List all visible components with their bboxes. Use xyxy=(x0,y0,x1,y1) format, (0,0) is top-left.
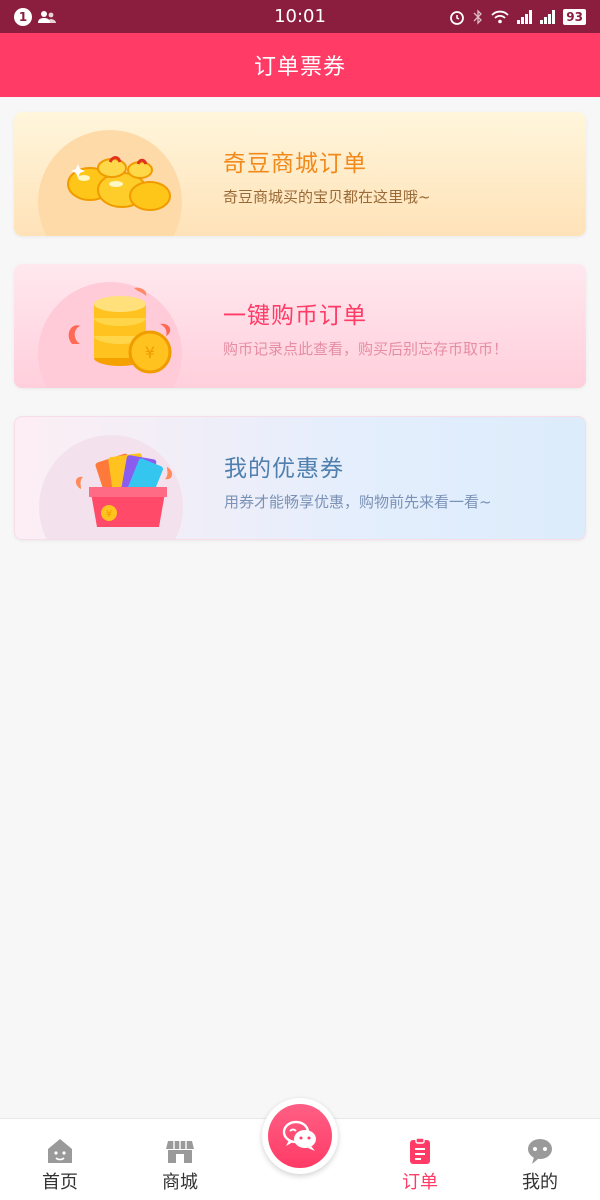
contacts-icon xyxy=(38,10,56,23)
coin-purchase-orders-card[interactable]: ¥ 一键购币订单 购币记录点此查看，购买后别忘存币取币！ xyxy=(14,264,586,388)
nav-item-profile[interactable]: 我的 xyxy=(480,1137,600,1194)
chat-bubble-icon xyxy=(282,1120,316,1151)
page-title: 订单票券 xyxy=(253,55,346,80)
signal-strength-icon xyxy=(540,9,556,24)
nav-label: 商城 xyxy=(162,1172,198,1193)
nav-item-orders[interactable]: 订单 xyxy=(360,1137,480,1194)
nav-item-store[interactable]: 商城 xyxy=(120,1137,240,1194)
mall-orders-card[interactable]: 奇豆商城订单 奇豆商城买的宝贝都在这里哦~ xyxy=(14,112,586,236)
notification-badge: 1 xyxy=(14,7,32,26)
nav-label: 首页 xyxy=(42,1172,78,1193)
coupon-gift-box-icon: ¥ xyxy=(75,453,173,527)
home-icon xyxy=(48,1139,72,1163)
svg-text:¥: ¥ xyxy=(145,343,155,362)
order-icon xyxy=(410,1137,430,1164)
card-title: 奇豆商城订单 xyxy=(223,151,367,177)
alarm-icon xyxy=(450,10,465,25)
nav-label: 我的 xyxy=(522,1172,558,1193)
coupons-card[interactable]: ¥ 我的优惠券 用券才能畅享优惠，购物前先来看一看~ xyxy=(14,416,586,540)
profile-icon xyxy=(528,1139,552,1164)
svg-text:¥: ¥ xyxy=(106,509,112,520)
card-title: 一键购币订单 xyxy=(223,303,367,329)
golden-beans-icon xyxy=(67,156,171,211)
bluetooth-icon xyxy=(473,8,483,25)
header: 订单票券 xyxy=(0,33,600,97)
card-subtitle: 购币记录点此查看，购买后别忘存币取币！ xyxy=(223,340,509,358)
card-subtitle: 奇豆商城买的宝贝都在这里哦~ xyxy=(223,188,431,206)
store-icon xyxy=(166,1141,194,1163)
card-subtitle: 用券才能畅享优惠，购物前先来看一看~ xyxy=(224,493,492,511)
card-title: 我的优惠券 xyxy=(224,456,344,482)
nav-item-home[interactable]: 首页 xyxy=(0,1137,120,1194)
status-bar: 1 10:01 93 xyxy=(0,0,600,33)
signal-strength-icon xyxy=(517,9,533,24)
status-time: 10:01 xyxy=(274,6,326,27)
wifi-icon xyxy=(491,10,509,23)
battery-level: 93 xyxy=(563,8,586,25)
nav-label: 订单 xyxy=(402,1172,438,1193)
coin-stack-icon: ¥ xyxy=(68,287,172,374)
center-chat-button[interactable] xyxy=(262,1098,338,1174)
